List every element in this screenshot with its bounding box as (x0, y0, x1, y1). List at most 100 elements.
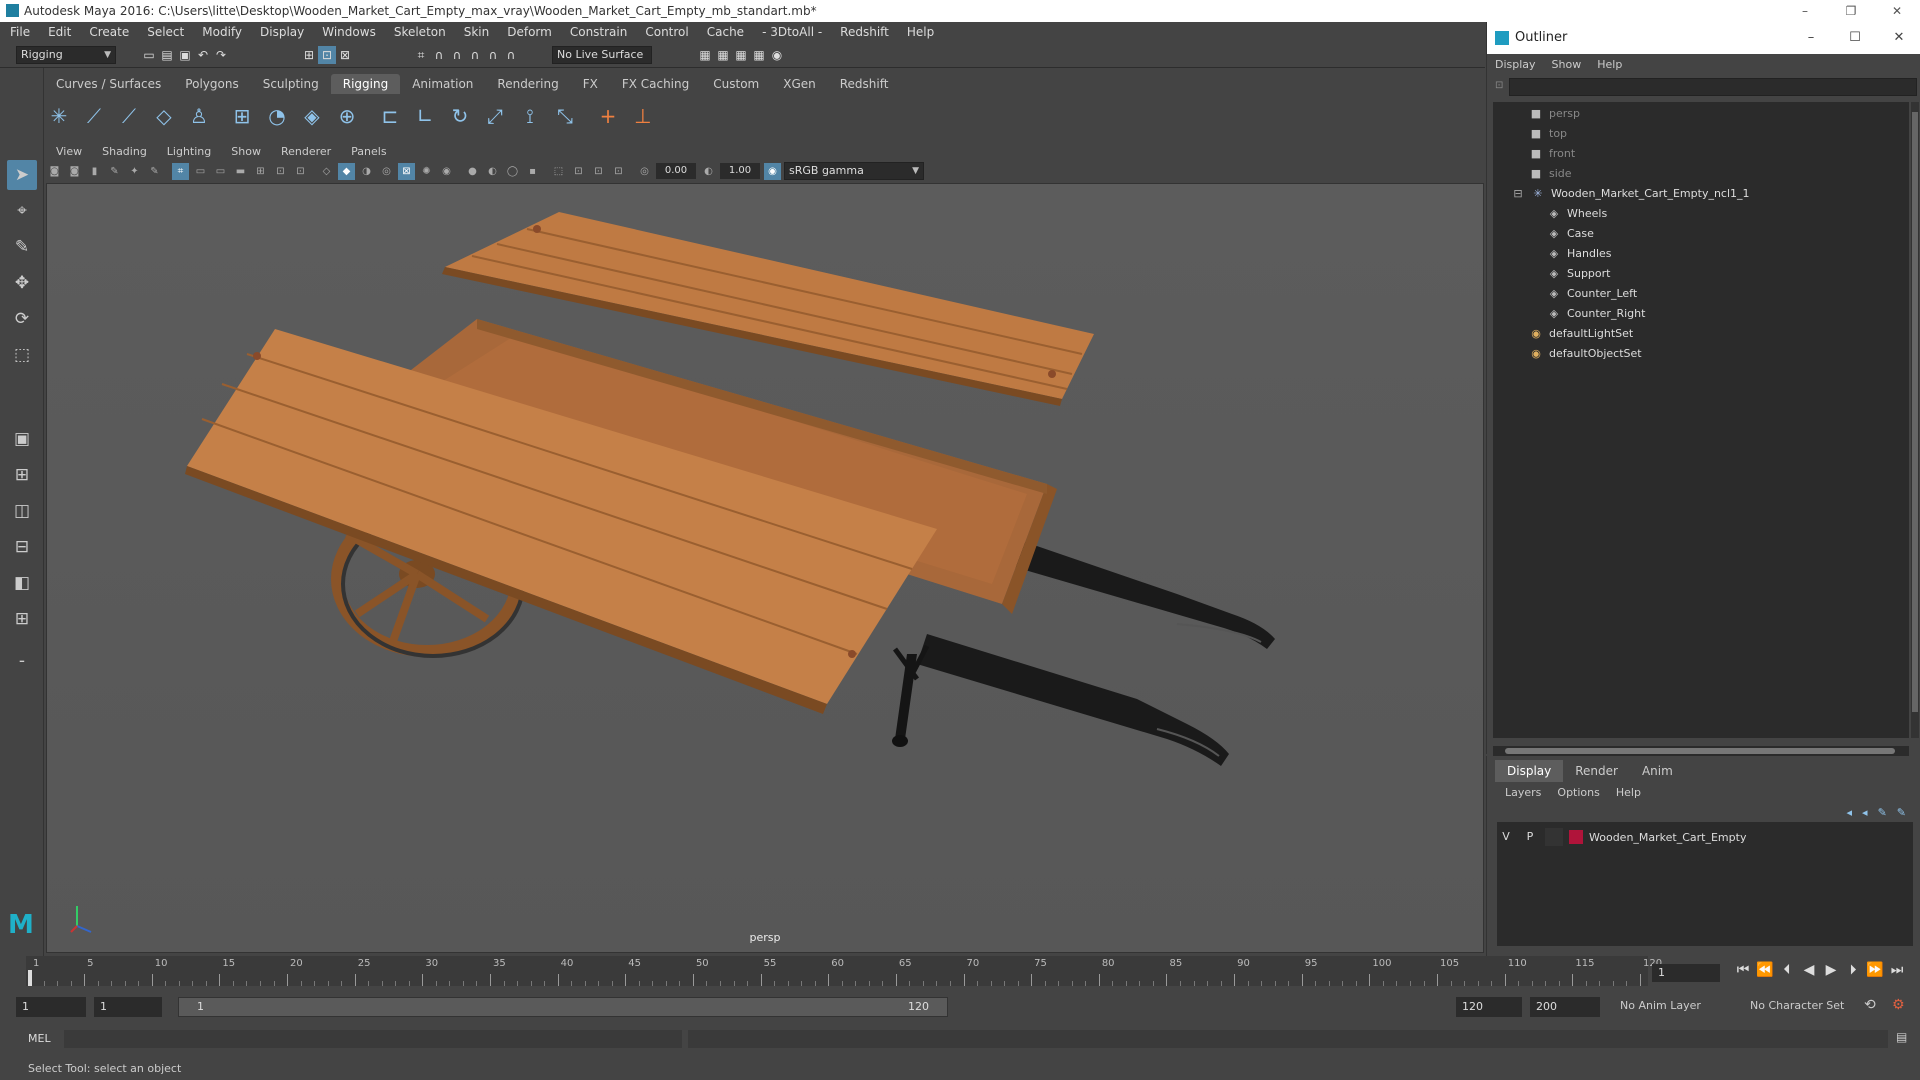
view-transform-dropdown[interactable]: sRGB gamma ▼ (784, 162, 924, 180)
menu-file[interactable]: File (10, 25, 30, 39)
menu-edit[interactable]: Edit (48, 25, 71, 39)
scroll-thumb[interactable] (1912, 112, 1918, 712)
render-settings-icon[interactable]: ▦ (696, 46, 714, 64)
outliner-item[interactable]: ⊟ ✳ Wooden_Market_Cart_Empty_ncl1_1 (1511, 184, 1749, 204)
layer-menu-layers[interactable]: Layers (1505, 786, 1541, 799)
hypershade-icon[interactable]: ◉ (768, 46, 786, 64)
safe-action-icon[interactable]: ⊡ (272, 163, 289, 180)
menu-display[interactable]: Display (260, 25, 304, 39)
layer-color-swatch[interactable] (1569, 830, 1583, 844)
default-material-icon[interactable]: ◎ (378, 163, 395, 180)
filter-icon[interactable]: ⊡ (1495, 80, 1503, 91)
anim-prefs-icon[interactable]: ⚙ (1892, 997, 1905, 1013)
snap-curve-icon[interactable]: ∩ (430, 46, 448, 64)
menu-skin[interactable]: Skin (464, 25, 490, 39)
select-hierarchy-icon[interactable]: ⊞ (300, 46, 318, 64)
move-layer-up-icon[interactable]: ◂ (1847, 806, 1853, 819)
render-frame-icon[interactable]: ▦ (714, 46, 732, 64)
panel-menu-shading[interactable]: Shading (102, 145, 147, 158)
select-object-icon[interactable]: ⊡ (318, 46, 336, 64)
go-to-start-icon[interactable]: ⏮ (1732, 962, 1754, 978)
move-tool-icon[interactable]: ✥ (7, 268, 37, 298)
shelf-tab-rigging[interactable]: Rigging (330, 74, 401, 94)
snap-point-icon[interactable]: ∩ (448, 46, 466, 64)
2d-pan-zoom-icon[interactable]: ✦ (126, 163, 143, 180)
playback-start-field[interactable]: 1 (94, 997, 162, 1017)
rotate-tool-icon[interactable]: ⟳ (7, 304, 37, 334)
layer-tab-anim[interactable]: Anim (1630, 760, 1685, 782)
exposure-icon[interactable]: ◎ (636, 163, 653, 180)
shelf-tab-fx[interactable]: FX (571, 74, 610, 94)
layer-menu-options[interactable]: Options (1557, 786, 1599, 799)
outliner-item[interactable]: ◈ Case (1547, 224, 1594, 244)
snap-grid-icon[interactable]: ⌗ (412, 46, 430, 64)
outliner-menu-show[interactable]: Show (1552, 58, 1582, 71)
gamma-field[interactable]: 1.00 (720, 163, 760, 179)
layer-playback-toggle[interactable]: P (1521, 828, 1539, 846)
panel-menu-renderer[interactable]: Renderer (281, 145, 331, 158)
xray-components-icon[interactable]: ⊡ (590, 163, 607, 180)
current-time-marker[interactable] (28, 970, 32, 986)
select-camera-icon[interactable]: ◙ (46, 163, 63, 180)
time-slider-track[interactable]: 1 5 10 15 20 25 30 35 40 45 50 55 60 65 70 75 80 85 90 95 10… (26, 956, 1662, 986)
layout-icon[interactable]: ⊞ (7, 604, 37, 634)
hud-icon[interactable]: ⊡ (610, 163, 627, 180)
cluster-icon[interactable]: ⊕ (332, 101, 362, 131)
playback-end-field[interactable]: 120 (1456, 997, 1522, 1017)
start-time-field[interactable]: 1 (16, 997, 86, 1017)
shelf-tab-fx-caching[interactable]: FX Caching (610, 74, 701, 94)
smooth-shade-icon[interactable]: ◆ (338, 162, 355, 180)
color-management-icon[interactable]: ◉ (764, 162, 781, 180)
shadows-icon[interactable]: ● (464, 163, 481, 180)
collapse-icon[interactable]: ⊟ (1511, 184, 1525, 204)
end-time-field[interactable]: 200 (1530, 997, 1600, 1017)
menu-select[interactable]: Select (147, 25, 184, 39)
snap-surface-icon[interactable]: ∩ (484, 46, 502, 64)
menu-create[interactable]: Create (89, 25, 129, 39)
layer-type-toggle[interactable] (1545, 828, 1563, 846)
camera-attributes-icon[interactable]: ◙ (66, 163, 83, 180)
outliner-search-input[interactable] (1509, 78, 1917, 96)
lasso-tool-icon[interactable]: ⌖ (7, 196, 37, 226)
panel-menu-view[interactable]: View (56, 145, 82, 158)
paint-select-icon[interactable]: ✎ (7, 232, 37, 262)
film-gate-icon[interactable]: ▭ (192, 163, 209, 180)
field-chart-icon[interactable]: ⊞ (252, 163, 269, 180)
step-back-key-icon[interactable]: ⏪ (1754, 962, 1776, 978)
persp-graph-icon[interactable]: ⊟ (7, 532, 37, 562)
lights-icon[interactable]: ◉ (438, 163, 455, 180)
bind-skin-icon[interactable]: ⊞ (227, 101, 257, 131)
layer-row[interactable]: V P Wooden_Market_Cart_Empty (1497, 828, 1913, 846)
step-forward-frame-icon[interactable]: ⏵ (1842, 962, 1864, 978)
play-back-icon[interactable]: ◀ (1798, 962, 1820, 978)
screen-space-ao-icon[interactable]: ◐ (484, 163, 501, 180)
menu-modify[interactable]: Modify (202, 25, 242, 39)
insert-joint-icon[interactable]: ◇ (149, 101, 179, 131)
joint-tool-icon[interactable]: ✳ (44, 101, 74, 131)
outliner-item[interactable]: ◈ Support (1547, 264, 1611, 284)
scale-tool-icon[interactable]: ⬚ (7, 340, 37, 370)
bookmark-icon[interactable]: ▮ (86, 163, 103, 180)
persp-outliner-icon[interactable]: ◧ (7, 568, 37, 598)
cluster-handle-icon[interactable]: ⊥ (628, 101, 658, 131)
new-layer-icon[interactable]: ✎ (1878, 806, 1887, 819)
layer-menu-help[interactable]: Help (1616, 786, 1641, 799)
auto-key-icon[interactable]: ⟲ (1864, 997, 1876, 1013)
save-scene-icon[interactable]: ▣ (176, 46, 194, 64)
wireframe-icon[interactable]: ◇ (318, 163, 335, 180)
outliner-item[interactable]: ■ top (1529, 124, 1567, 144)
gate-mask-icon[interactable]: ▬ (232, 163, 249, 180)
menu-windows[interactable]: Windows (322, 25, 376, 39)
side-by-side-icon[interactable]: ◫ (7, 496, 37, 526)
step-forward-key-icon[interactable]: ⏩ (1864, 962, 1886, 978)
snap-view-icon[interactable]: ∩ (466, 46, 484, 64)
live-surface-field[interactable]: No Live Surface (552, 46, 652, 64)
pole-vector-icon[interactable]: ⤡ (550, 101, 580, 131)
outliner-minimize-button[interactable]: – (1789, 22, 1833, 54)
shelf-tab-redshift[interactable]: Redshift (828, 74, 901, 94)
panel-menu-show[interactable]: Show (231, 145, 261, 158)
menu-help[interactable]: Help (907, 25, 934, 39)
toolbox-more-icon[interactable]: - (7, 646, 37, 676)
paint-weights-icon[interactable]: ◔ (262, 101, 292, 131)
select-tool-icon[interactable]: ➤ (7, 160, 37, 190)
